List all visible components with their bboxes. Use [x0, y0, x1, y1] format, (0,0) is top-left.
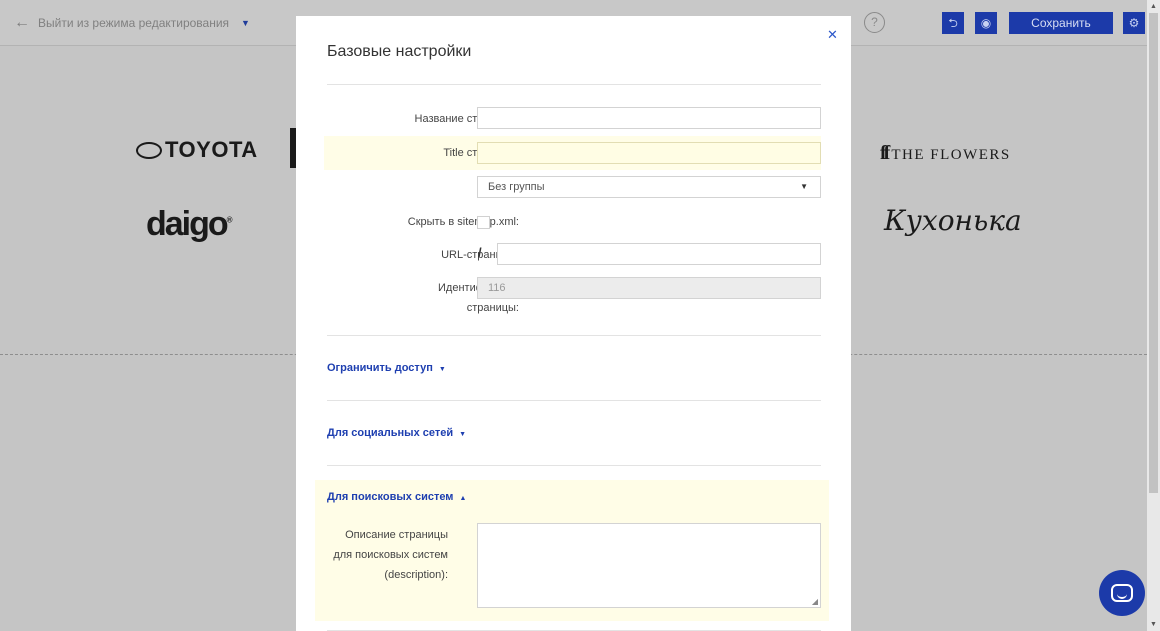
toyota-emblem-icon	[136, 142, 162, 159]
daigo-logo: daigo®	[146, 205, 233, 243]
gear-icon: ⚙	[1128, 16, 1140, 30]
close-icon[interactable]: ✕	[827, 27, 838, 43]
undo-icon: ⮌	[948, 16, 958, 30]
divider	[327, 400, 821, 401]
url-prefix: /	[478, 245, 482, 260]
url-input[interactable]	[497, 243, 821, 265]
caret-down-icon: ▼	[800, 182, 808, 191]
divider	[327, 335, 821, 336]
save-button[interactable]: Сохранить	[1009, 12, 1113, 34]
scrollbar-thumb[interactable]	[1149, 13, 1158, 493]
title-input[interactable]	[477, 142, 821, 164]
settings-button[interactable]: ⚙	[1123, 12, 1145, 34]
description-label-line1: Описание страницы	[345, 529, 448, 541]
hide-sitemap-checkbox[interactable]	[477, 216, 490, 229]
hide-sitemap-label: Скрыть в sitemap.xml:	[407, 216, 519, 228]
caret-down-icon[interactable]: ▼	[241, 18, 250, 28]
ff-monogram-icon: ff	[880, 142, 890, 164]
caret-down-icon: ▼	[459, 431, 467, 438]
undo-button[interactable]: ⮌	[942, 12, 964, 34]
page-id-input: 116	[477, 277, 821, 299]
preview-button[interactable]: ◉	[975, 12, 997, 34]
scroll-up-icon[interactable]: ▲	[1150, 3, 1157, 10]
scroll-down-icon[interactable]: ▼	[1150, 621, 1157, 628]
exit-edit-mode-link[interactable]: ← Выйти из режима редактирования ▼	[14, 14, 250, 32]
group-select[interactable]: Без группы ▼	[477, 176, 821, 198]
chat-icon	[1111, 584, 1133, 602]
social-networks-toggle[interactable]: Для социальных сетей ▼	[327, 427, 466, 439]
chat-widget-button[interactable]	[1099, 570, 1145, 616]
toyota-logo: TOYOTA	[136, 137, 258, 163]
page-scrollbar[interactable]: ▲ ▼	[1147, 0, 1160, 631]
description-label-line2: для поисковых систем	[333, 549, 448, 561]
help-icon[interactable]: ?	[864, 12, 885, 33]
description-textarea[interactable]: ◢	[477, 523, 821, 608]
description-label-line3: (description):	[384, 569, 448, 581]
caret-down-icon: ▼	[438, 366, 446, 373]
eye-icon: ◉	[980, 16, 992, 30]
divider	[327, 465, 821, 466]
exit-edit-mode-label: Выйти из режима редактирования	[38, 16, 230, 30]
search-engines-toggle[interactable]: Для поисковых систем ▲	[327, 491, 466, 503]
page-id-label-line2: страницы:	[466, 302, 519, 314]
arrow-left-icon: ←	[14, 14, 30, 31]
group-select-value: Без группы	[488, 181, 545, 193]
caret-up-icon: ▲	[459, 495, 467, 502]
page-name-input[interactable]	[477, 107, 821, 129]
the-flowers-logo: ff THE FLOWERS	[880, 142, 1011, 164]
kuhonka-logo: Кухонька	[884, 204, 1022, 237]
divider	[327, 84, 821, 85]
url-label: URL-страницы:	[441, 249, 519, 261]
restrict-access-toggle[interactable]: Ограничить доступ ▼	[327, 362, 446, 374]
modal-title: Базовые настройки	[327, 43, 472, 60]
basic-settings-modal: Базовые настройки ✕ Название страницы: T…	[296, 16, 851, 631]
resize-grip-icon[interactable]: ◢	[812, 597, 818, 606]
